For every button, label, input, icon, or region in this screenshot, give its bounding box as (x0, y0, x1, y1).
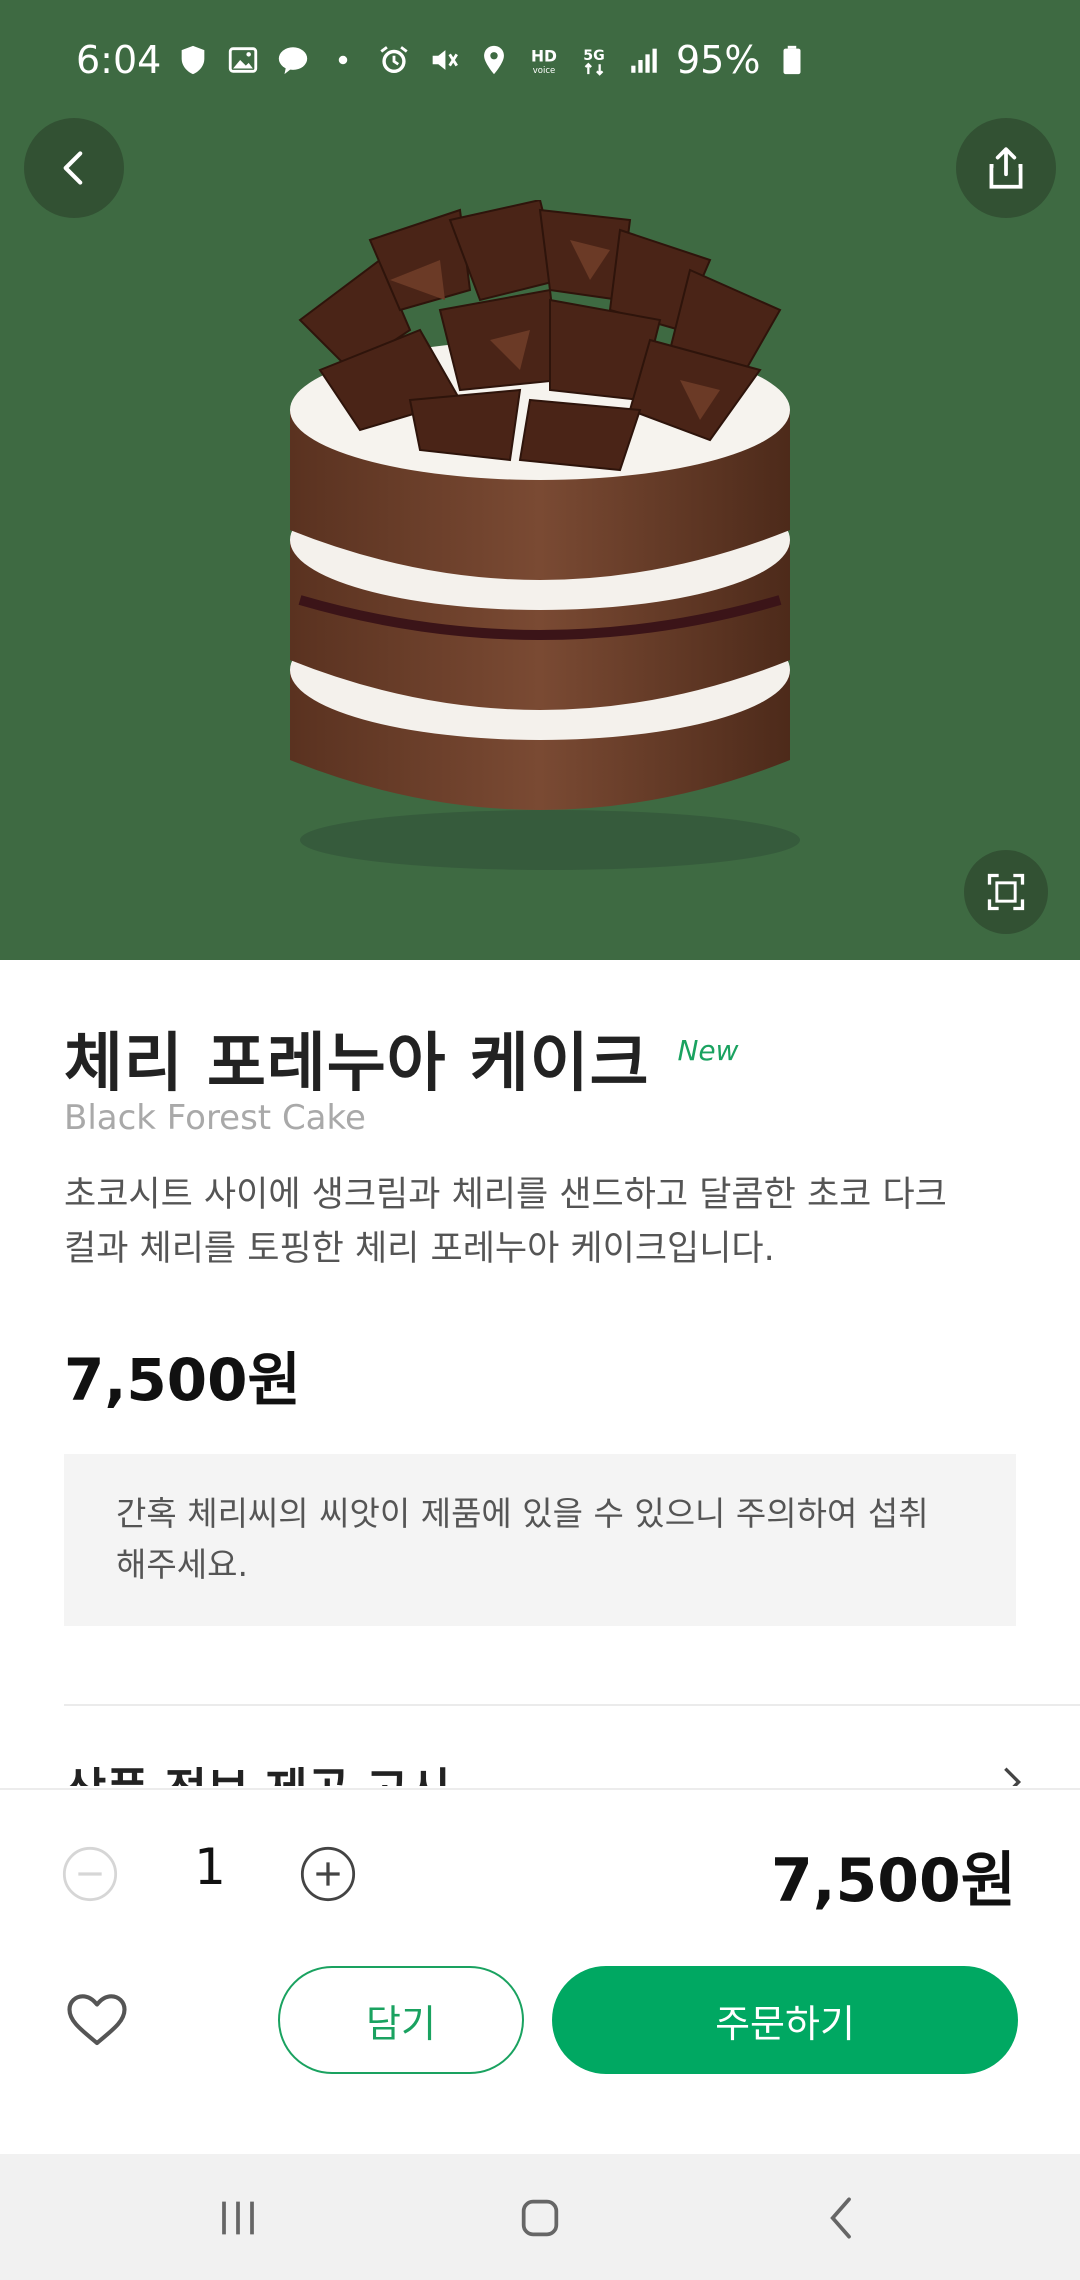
back-button[interactable] (24, 118, 124, 218)
product-english-name: Black Forest Cake (64, 1098, 366, 1138)
product-info-notice-link[interactable]: 상품 정보 제공 고시 (64, 1740, 1024, 1786)
fullscreen-button[interactable] (964, 850, 1048, 934)
dot-icon (325, 42, 361, 78)
5g-icon: 5G (576, 42, 612, 78)
signal-icon (626, 42, 662, 78)
battery-percent: 95% (676, 38, 761, 82)
black-forest-cake-image (290, 200, 800, 870)
hd-voice-icon: HD voice (526, 42, 562, 78)
notice-text: 간혹 체리씨의 씨앗이 제품에 있을 수 있으니 주의하여 섭취해주세요. (116, 1494, 929, 1584)
back-nav-icon[interactable] (814, 2190, 870, 2246)
new-badge: New (677, 1034, 739, 1067)
mute-icon (426, 42, 462, 78)
notice-box: 간혹 체리씨의 씨앗이 제품에 있을 수 있으니 주의하여 섭취해주세요. (64, 1454, 1016, 1626)
status-left: 6:04 (76, 38, 361, 82)
svg-text:voice: voice (533, 66, 556, 76)
status-right: HD voice 5G 95% (376, 38, 810, 82)
expand-icon (987, 873, 1025, 911)
chevron-right-icon (1004, 1767, 1022, 1786)
add-to-cart-button[interactable]: 담기 (278, 1966, 524, 2074)
svg-text:HD: HD (531, 47, 557, 65)
quantity-minus-button[interactable] (62, 1846, 118, 1902)
quantity-value: 1 (194, 1838, 226, 1896)
chevron-left-icon (63, 151, 83, 185)
battery-icon (774, 42, 810, 78)
info-section-title: 상품 정보 제공 고시 (64, 1754, 451, 1786)
talk-icon (275, 42, 311, 78)
gallery-icon (225, 42, 261, 78)
status-time: 6:04 (76, 38, 162, 82)
product-title-row: 체리 포레누아 케이크 New (64, 1012, 739, 1104)
shield-icon (175, 42, 211, 78)
location-icon (476, 42, 512, 78)
system-nav-bar (0, 2154, 1080, 2280)
alarm-icon (376, 42, 412, 78)
order-panel: 1 7,500원 담기 주문하기 (0, 1788, 1080, 2156)
quantity-plus-button[interactable] (300, 1846, 356, 1902)
share-button[interactable] (956, 118, 1056, 218)
order-button[interactable]: 주문하기 (552, 1966, 1018, 2074)
svg-text:5G: 5G (583, 48, 604, 64)
total-price: 7,500원 (771, 1846, 1016, 1916)
product-description: 초코시트 사이에 생크림과 체리를 샌드하고 달콤한 초코 다크컬과 체리를 토… (64, 1175, 947, 1269)
product-hero: 6:04 HD voice 5G 95% (0, 0, 1080, 960)
status-bar: 6:04 HD voice 5G 95% (0, 0, 1080, 120)
product-title: 체리 포레누아 케이크 (64, 1027, 650, 1101)
product-price: 7,500원 (64, 1346, 301, 1414)
home-icon[interactable] (512, 2190, 568, 2246)
share-icon (989, 147, 1023, 189)
divider (64, 1704, 1080, 1706)
heart-icon[interactable] (64, 1988, 130, 2054)
recent-apps-icon[interactable] (210, 2190, 266, 2246)
